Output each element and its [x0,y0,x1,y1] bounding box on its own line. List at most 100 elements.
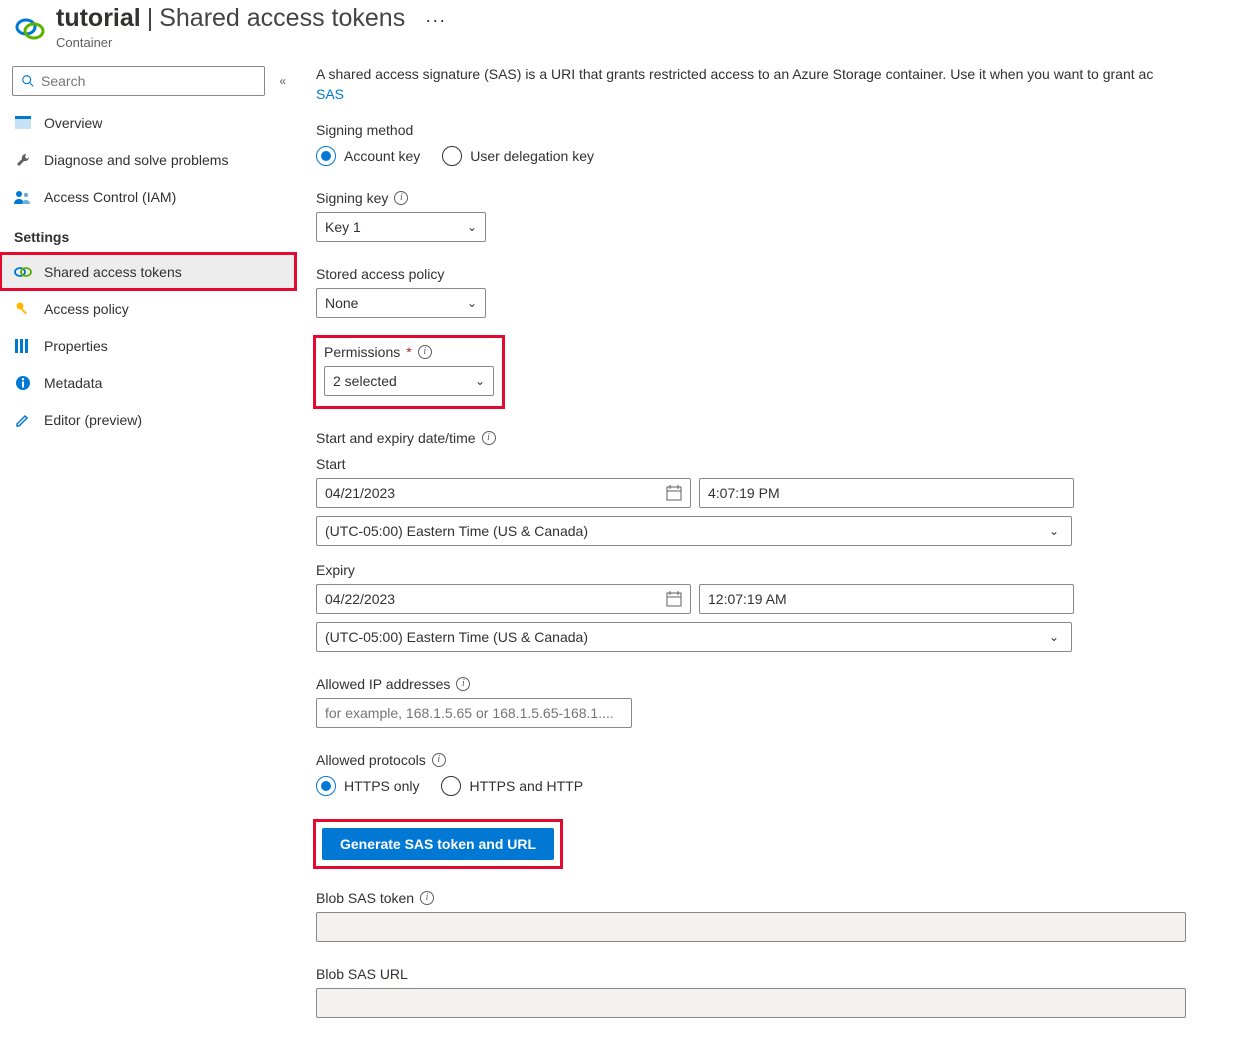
search-icon [21,74,35,88]
sidebar-item-label: Metadata [44,375,102,391]
radio-label: User delegation key [470,148,594,164]
sidebar-item-label: Properties [44,338,108,354]
sidebar-item-properties[interactable]: Properties [0,327,296,364]
sidebar-section-settings: Settings [0,215,296,253]
calendar-icon [666,485,682,501]
radio-https-and-http[interactable]: HTTPS and HTTP [441,776,583,796]
container-icon [12,10,46,44]
sidebar-item-label: Overview [44,115,102,131]
start-time-input[interactable]: 4:07:19 PM [699,478,1074,508]
info-tooltip-icon[interactable]: i [394,191,408,205]
intro-text: A shared access signature (SAS) is a URI… [316,64,1243,104]
start-expiry-label: Start and expiry date/time i [316,430,1243,446]
main-content: A shared access signature (SAS) is a URI… [296,60,1243,1058]
sidebar: « Overview Diagnose and solve problems A… [0,60,296,1058]
date-value: 04/22/2023 [325,591,395,607]
collapse-sidebar-button[interactable]: « [279,74,286,88]
more-actions-button[interactable]: ··· [425,10,446,31]
info-icon [14,374,32,392]
info-tooltip-icon[interactable]: i [418,345,432,359]
edit-icon [14,411,32,429]
radio-label: Account key [344,148,420,164]
select-value: (UTC-05:00) Eastern Time (US & Canada) [325,523,588,539]
allowed-ip-input[interactable] [316,698,632,728]
allowed-ip-label: Allowed IP addresses i [316,676,1243,692]
start-timezone-select[interactable]: (UTC-05:00) Eastern Time (US & Canada) ⌄ [316,516,1072,546]
time-value: 12:07:19 AM [708,591,787,607]
radio-circle-icon [316,776,336,796]
blob-sas-url-label: Blob SAS URL [316,966,1243,982]
overview-icon [14,114,32,132]
generate-highlight-box: Generate SAS token and URL [316,822,560,866]
properties-icon [14,337,32,355]
expiry-timezone-select[interactable]: (UTC-05:00) Eastern Time (US & Canada) ⌄ [316,622,1072,652]
radio-user-delegation-key[interactable]: User delegation key [442,146,594,166]
radio-label: HTTPS and HTTP [469,778,583,794]
sidebar-search[interactable] [12,66,265,96]
sidebar-item-label: Editor (preview) [44,412,142,428]
radio-account-key[interactable]: Account key [316,146,420,166]
permissions-highlight-box: Permissions * i 2 selected ⌄ [316,338,502,406]
allowed-protocols-label: Allowed protocols i [316,752,1243,768]
sidebar-item-label: Diagnose and solve problems [44,152,228,168]
info-tooltip-icon[interactable]: i [482,431,496,445]
signing-key-select[interactable]: Key 1 ⌄ [316,212,486,242]
start-label: Start [316,456,1243,472]
permissions-label: Permissions * i [324,344,494,360]
sidebar-item-label: Access policy [44,301,129,317]
key-icon [14,300,32,318]
chevron-down-icon: ⌄ [1049,524,1059,538]
sidebar-search-input[interactable] [41,73,256,89]
select-value: Key 1 [325,219,361,235]
stored-policy-select[interactable]: None ⌄ [316,288,486,318]
page-header: tutorial | Shared access tokens ··· Cont… [0,0,1243,60]
stored-policy-label: Stored access policy [316,266,1243,282]
radio-https-only[interactable]: HTTPS only [316,776,419,796]
chevron-down-icon: ⌄ [467,220,477,234]
select-value: None [325,295,358,311]
expiry-label: Expiry [316,562,1243,578]
chevron-down-icon: ⌄ [1049,630,1059,644]
select-value: (UTC-05:00) Eastern Time (US & Canada) [325,629,588,645]
sidebar-item-editor[interactable]: Editor (preview) [0,401,296,438]
sidebar-item-label: Access Control (IAM) [44,189,176,205]
radio-circle-icon [441,776,461,796]
signing-method-label: Signing method [316,122,1243,138]
expiry-time-input[interactable]: 12:07:19 AM [699,584,1074,614]
page-subtitle: Container [56,35,1231,50]
blob-sas-token-field[interactable] [316,912,1186,942]
calendar-icon [666,591,682,607]
radio-circle-icon [442,146,462,166]
permissions-select[interactable]: 2 selected ⌄ [324,366,494,396]
sas-learn-more-link[interactable]: SAS [316,86,344,102]
date-value: 04/21/2023 [325,485,395,501]
chevron-down-icon: ⌄ [475,374,485,388]
wrench-icon [14,151,32,169]
signing-key-label: Signing key i [316,190,1243,206]
sidebar-item-label: Shared access tokens [44,264,182,280]
link-icon [14,263,32,281]
sidebar-item-overview[interactable]: Overview [0,104,296,141]
chevron-down-icon: ⌄ [467,296,477,310]
start-date-input[interactable]: 04/21/2023 [316,478,691,508]
sidebar-item-access-policy[interactable]: Access policy [0,290,296,327]
info-tooltip-icon[interactable]: i [420,891,434,905]
required-asterisk: * [406,344,411,360]
sidebar-item-metadata[interactable]: Metadata [0,364,296,401]
people-icon [14,188,32,206]
title-separator: | [147,4,154,33]
blob-sas-url-field[interactable] [316,988,1186,1018]
generate-sas-button[interactable]: Generate SAS token and URL [322,828,554,860]
sidebar-item-diagnose[interactable]: Diagnose and solve problems [0,141,296,178]
expiry-date-input[interactable]: 04/22/2023 [316,584,691,614]
page-title-section: Shared access tokens [159,4,405,33]
radio-circle-icon [316,146,336,166]
info-tooltip-icon[interactable]: i [432,753,446,767]
radio-label: HTTPS only [344,778,419,794]
time-value: 4:07:19 PM [708,485,780,501]
page-title-resource: tutorial [56,4,141,33]
sidebar-item-shared-access-tokens[interactable]: Shared access tokens [0,253,296,290]
sidebar-item-iam[interactable]: Access Control (IAM) [0,178,296,215]
info-tooltip-icon[interactable]: i [456,677,470,691]
blob-sas-token-label: Blob SAS token i [316,890,1243,906]
